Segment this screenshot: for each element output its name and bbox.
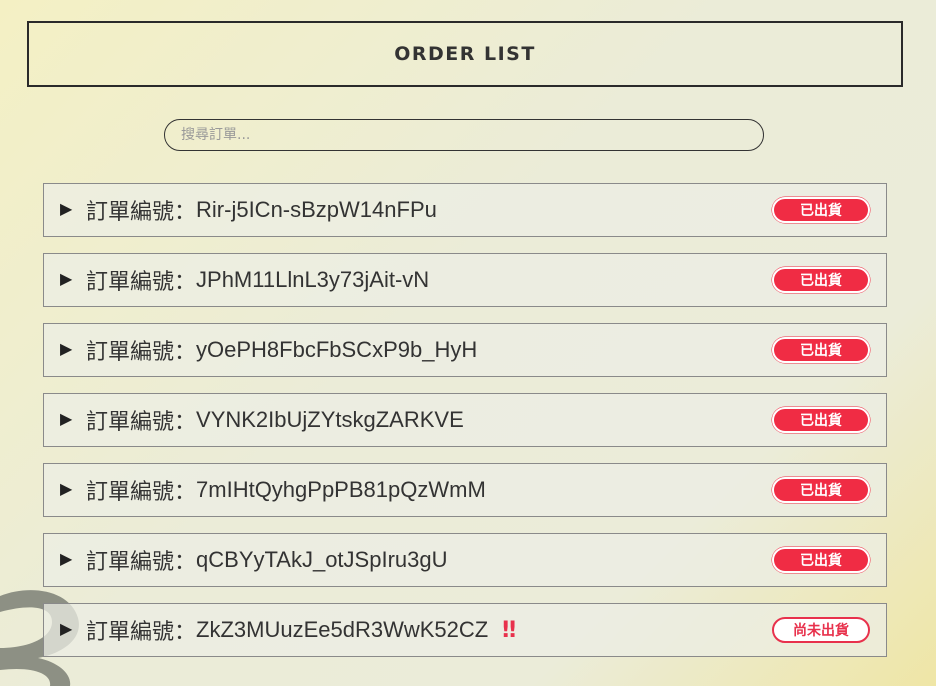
order-id: Rir-j5ICn-sBzpW14nFPu	[196, 197, 437, 222]
order-id: yOePH8FbcFbSCxP9b_HyH	[196, 337, 478, 362]
order-number-label: 訂單編號：	[86, 200, 197, 225]
order-number-label: 訂單編號：	[86, 550, 197, 575]
order-id: JPhM11LlnL3y73jAit-vN	[196, 267, 430, 292]
status-badge: 已出貨	[772, 337, 870, 363]
order-row[interactable]: ▶ 訂單編號： VYNK2IbUjZYtskgZARKVE 已出貨	[43, 393, 887, 447]
order-list-header: ORDER LIST	[27, 21, 903, 87]
double-exclamation-icon: ‼	[502, 617, 516, 643]
order-number-label: 訂單編號：	[86, 410, 197, 435]
expand-triangle-icon: ▶	[60, 621, 73, 638]
expand-triangle-icon: ▶	[60, 341, 73, 358]
order-number-label: 訂單編號：	[86, 340, 197, 365]
order-id: 7mIHtQyhgPpPB81pQzWmM	[196, 477, 486, 502]
expand-triangle-icon: ▶	[60, 411, 73, 428]
status-badge: 已出貨	[772, 477, 870, 503]
order-row[interactable]: ▶ 訂單編號： yOePH8FbcFbSCxP9b_HyH 已出貨	[43, 323, 887, 377]
status-badge: 已出貨	[772, 267, 870, 293]
expand-triangle-icon: ▶	[60, 271, 73, 288]
expand-triangle-icon: ▶	[60, 481, 73, 498]
order-number-label: 訂單編號：	[86, 480, 197, 505]
order-row[interactable]: ▶ 訂單編號： ZkZ3MUuzEe5dR3WwK52CZ ‼ 尚未出貨	[43, 603, 887, 657]
search-input[interactable]	[164, 119, 764, 151]
status-badge: 已出貨	[772, 197, 870, 223]
expand-triangle-icon: ▶	[60, 201, 73, 218]
status-badge: 已出貨	[772, 407, 870, 433]
order-row[interactable]: ▶ 訂單編號： qCBYyTAkJ_otJSpIru3gU 已出貨	[43, 533, 887, 587]
order-row[interactable]: ▶ 訂單編號： Rir-j5ICn-sBzpW14nFPu 已出貨	[43, 183, 887, 237]
order-number-label: 訂單編號：	[86, 270, 197, 295]
status-badge: 尚未出貨	[772, 617, 870, 643]
order-id: qCBYyTAkJ_otJSpIru3gU	[196, 547, 448, 572]
order-list: ▶ 訂單編號： Rir-j5ICn-sBzpW14nFPu 已出貨 ▶ 訂單編號…	[43, 183, 887, 673]
order-number-label: 訂單編號：	[86, 620, 197, 645]
order-row[interactable]: ▶ 訂單編號： 7mIHtQyhgPpPB81pQzWmM 已出貨	[43, 463, 887, 517]
order-id: VYNK2IbUjZYtskgZARKVE	[196, 407, 464, 432]
order-id: ZkZ3MUuzEe5dR3WwK52CZ	[196, 617, 489, 642]
expand-triangle-icon: ▶	[60, 551, 73, 568]
order-row[interactable]: ▶ 訂單編號： JPhM11LlnL3y73jAit-vN 已出貨	[43, 253, 887, 307]
status-badge: 已出貨	[772, 547, 870, 573]
search-bar	[164, 119, 764, 151]
page-title: ORDER LIST	[394, 43, 536, 65]
